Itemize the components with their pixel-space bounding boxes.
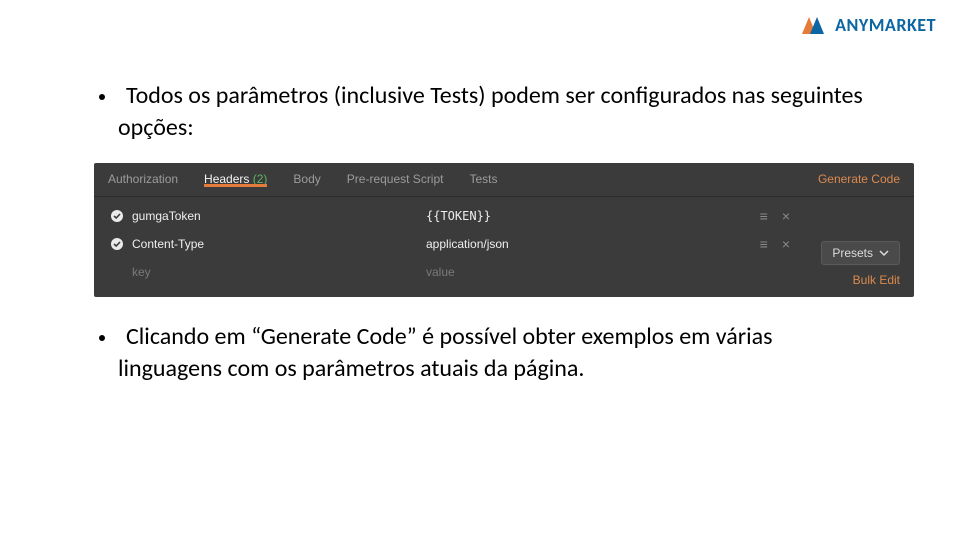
bullet-item-2: Clicando em “Generate Code” é possível o… <box>118 321 880 386</box>
bullet-list: Todos os parâmetros (inclusive Tests) po… <box>90 80 880 145</box>
checkbox-checked-icon[interactable] <box>108 237 126 251</box>
header-value[interactable]: {{TOKEN}} <box>426 209 706 223</box>
brand: ANYMARKET <box>799 14 936 36</box>
bulk-edit-link[interactable]: Bulk Edit <box>853 273 900 287</box>
generate-code-link[interactable]: Generate Code <box>818 163 900 196</box>
brand-word-any: ANY <box>835 14 869 36</box>
value-input[interactable]: value <box>426 265 706 279</box>
postman-body: Presets gumgaToken {{TOKEN}} ≡ × Content… <box>94 197 914 297</box>
tab-headers-label: Headers <box>204 172 249 186</box>
key-input[interactable]: key <box>126 265 426 279</box>
tab-headers[interactable]: Headers (2) <box>204 172 267 186</box>
header-row: Content-Type application/json ≡ × <box>108 231 900 259</box>
tab-headers-count: (2) <box>253 172 268 186</box>
tab-authorization[interactable]: Authorization <box>108 172 178 186</box>
presets-label: Presets <box>832 246 873 260</box>
bullet-text-1: Todos os parâmetros (inclusive Tests) po… <box>118 81 863 142</box>
presets-button[interactable]: Presets <box>821 241 900 265</box>
postman-tabs: Authorization Headers (2) Body Pre-reque… <box>94 163 914 197</box>
chevron-down-icon <box>879 248 889 258</box>
tab-tests[interactable]: Tests <box>469 172 497 186</box>
header-row-placeholder: key value <box>108 259 900 287</box>
header-value[interactable]: application/json <box>426 237 706 251</box>
header-key[interactable]: gumgaToken <box>126 209 426 223</box>
bullet-item-1: Todos os parâmetros (inclusive Tests) po… <box>118 80 880 145</box>
bullet-text-2: Clicando em “Generate Code” é possível o… <box>118 322 773 383</box>
bullet-list-2: Clicando em “Generate Code” é possível o… <box>90 321 880 386</box>
close-icon[interactable]: × <box>782 208 790 224</box>
slide-content: Todos os parâmetros (inclusive Tests) po… <box>0 0 960 386</box>
drag-handle-icon[interactable]: ≡ <box>760 208 768 224</box>
close-icon[interactable]: × <box>782 236 790 252</box>
brand-wordmark: ANYMARKET <box>835 14 936 36</box>
tab-prerequest[interactable]: Pre-request Script <box>347 172 444 186</box>
anymarket-logo-icon <box>799 14 827 36</box>
drag-handle-icon[interactable]: ≡ <box>760 236 768 252</box>
postman-screenshot: Authorization Headers (2) Body Pre-reque… <box>94 163 914 297</box>
checkbox-checked-icon[interactable] <box>108 209 126 223</box>
brand-word-market: MARKET <box>869 14 936 36</box>
row-actions: ≡ × <box>760 208 900 224</box>
header-row: gumgaToken {{TOKEN}} ≡ × <box>108 203 900 231</box>
header-key[interactable]: Content-Type <box>126 237 426 251</box>
tab-body[interactable]: Body <box>293 172 320 186</box>
